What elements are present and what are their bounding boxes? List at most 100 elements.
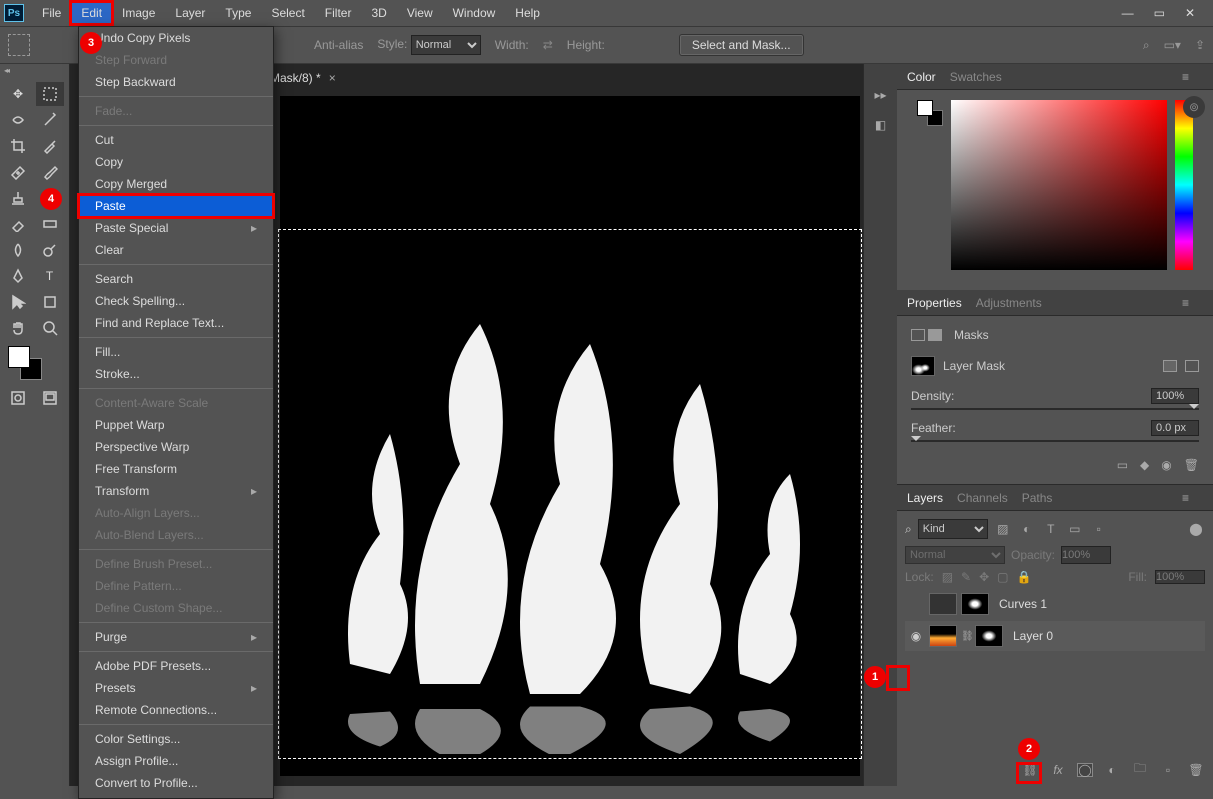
filter-shape-icon[interactable]: ▭: [1066, 522, 1084, 536]
share-icon[interactable]: ⇪: [1195, 38, 1205, 52]
curves-mask-thumb[interactable]: [961, 593, 989, 615]
pen-tool[interactable]: [4, 264, 32, 288]
edit-menu-check-spelling[interactable]: Check Spelling...: [79, 290, 273, 312]
link-icon[interactable]: ⛓: [961, 631, 971, 642]
maximize-icon[interactable]: ▭: [1154, 6, 1165, 20]
blur-tool[interactable]: [4, 238, 32, 262]
visibility-icon[interactable]: ◉: [907, 629, 925, 643]
shape-tool[interactable]: [36, 290, 64, 314]
menu-type[interactable]: Type: [215, 2, 261, 24]
pixel-mask-icon[interactable]: [1163, 360, 1177, 372]
close-tab-icon[interactable]: ×: [329, 71, 336, 85]
edit-menu-stroke[interactable]: Stroke...: [79, 363, 273, 385]
edit-menu-fill[interactable]: Fill...: [79, 341, 273, 363]
layer0-thumb[interactable]: [929, 625, 957, 647]
edit-menu-step-backward[interactable]: Step Backward: [79, 71, 273, 93]
creative-cloud-icon[interactable]: ⊚: [1183, 96, 1205, 118]
layer-curves[interactable]: Curves 1: [905, 589, 1205, 619]
adjustment-layer-icon[interactable]: ◐: [1103, 763, 1121, 777]
edit-menu-clear[interactable]: Clear: [79, 239, 273, 261]
link-layers-icon[interactable]: ⛓: [1021, 763, 1039, 777]
density-slider[interactable]: [911, 408, 1199, 410]
marquee-preset-icon[interactable]: [8, 34, 30, 56]
healing-tool[interactable]: [4, 160, 32, 184]
workspace-icon[interactable]: ▭▾: [1164, 38, 1181, 52]
trash-icon[interactable]: 🗑: [1184, 458, 1199, 472]
menu-3d[interactable]: 3D: [361, 2, 396, 24]
magic-wand-tool[interactable]: [36, 108, 64, 132]
lock-paint-icon[interactable]: ✎: [961, 570, 971, 584]
opacity-input[interactable]: [1061, 546, 1111, 564]
new-layer-icon[interactable]: ▫: [1159, 763, 1177, 777]
trash-icon[interactable]: 🗑: [1187, 763, 1205, 777]
filter-type-icon[interactable]: T: [1042, 522, 1060, 536]
edit-menu-presets[interactable]: Presets: [79, 677, 273, 699]
screen-mode-icon[interactable]: [36, 386, 64, 410]
edit-menu-purge[interactable]: Purge: [79, 626, 273, 648]
toggle-mask-icon[interactable]: ◉: [1161, 458, 1171, 472]
feather-value[interactable]: 0.0 px: [1151, 420, 1199, 436]
edit-menu-cut[interactable]: Cut: [79, 129, 273, 151]
edit-menu-remote-connections[interactable]: Remote Connections...: [79, 699, 273, 721]
menu-image[interactable]: Image: [112, 2, 165, 24]
fill-input[interactable]: [1155, 570, 1205, 584]
menu-help[interactable]: Help: [505, 2, 550, 24]
swatches-tab[interactable]: Swatches: [950, 70, 1002, 84]
move-tool[interactable]: ✥: [4, 82, 32, 106]
type-tool[interactable]: T: [36, 264, 64, 288]
color-tab[interactable]: Color: [907, 70, 936, 84]
filter-pixel-icon[interactable]: ▨: [994, 522, 1012, 536]
edit-menu-transform[interactable]: Transform: [79, 480, 273, 502]
eyedropper-tool[interactable]: [36, 134, 64, 158]
curves-thumb[interactable]: [929, 593, 957, 615]
filter-adjust-icon[interactable]: ◐: [1018, 522, 1036, 536]
lock-all-icon[interactable]: 🔒: [1017, 570, 1032, 584]
lasso-tool[interactable]: [4, 108, 32, 132]
rail-color-icon[interactable]: ◧: [870, 114, 892, 136]
layer-0[interactable]: ◉ ⛓ Layer 0: [905, 621, 1205, 651]
panel-menu-icon[interactable]: ≡: [1182, 491, 1189, 505]
path-select-tool[interactable]: [4, 290, 32, 314]
fg-bg-swatch[interactable]: [917, 100, 943, 126]
edit-menu-copy-merged[interactable]: Copy Merged: [79, 173, 273, 195]
adjustments-tab[interactable]: Adjustments: [976, 296, 1042, 310]
edit-menu-assign-profile[interactable]: Assign Profile...: [79, 750, 273, 772]
menu-layer[interactable]: Layer: [165, 2, 215, 24]
menu-window[interactable]: Window: [443, 2, 506, 24]
dodge-tool[interactable]: [36, 238, 64, 262]
menu-select[interactable]: Select: [261, 2, 314, 24]
marquee-tool[interactable]: [36, 82, 64, 106]
blend-mode-select[interactable]: Normal: [905, 546, 1005, 564]
lock-trans-icon[interactable]: ▨: [942, 570, 953, 584]
menu-filter[interactable]: Filter: [315, 2, 362, 24]
search-icon[interactable]: ⌕: [1143, 38, 1150, 53]
lock-pos-icon[interactable]: ✥: [979, 570, 989, 584]
edit-menu-color-settings[interactable]: Color Settings...: [79, 728, 273, 750]
feather-slider[interactable]: [911, 440, 1199, 442]
add-mask-icon[interactable]: ◯: [1077, 763, 1093, 777]
brush-tool[interactable]: [36, 160, 64, 184]
quick-mask-icon[interactable]: [4, 386, 32, 410]
rail-expand-icon[interactable]: ▸▸: [870, 84, 892, 106]
menu-edit[interactable]: Edit: [71, 2, 112, 24]
zoom-tool[interactable]: [36, 316, 64, 340]
eraser-tool[interactable]: [4, 212, 32, 236]
menu-view[interactable]: View: [397, 2, 443, 24]
crop-tool[interactable]: [4, 134, 32, 158]
edit-menu-perspective-warp[interactable]: Perspective Warp: [79, 436, 273, 458]
edit-menu-copy[interactable]: Copy: [79, 151, 273, 173]
edit-menu-puppet-warp[interactable]: Puppet Warp: [79, 414, 273, 436]
channels-tab[interactable]: Channels: [957, 491, 1008, 505]
edit-menu-adobe-pdf-presets[interactable]: Adobe PDF Presets...: [79, 655, 273, 677]
select-and-mask-button[interactable]: Select and Mask...: [679, 34, 804, 56]
edit-menu-convert-to-profile[interactable]: Convert to Profile...: [79, 772, 273, 794]
edit-menu-paste-special[interactable]: Paste Special: [79, 217, 273, 239]
vector-mask-icon[interactable]: [1185, 360, 1199, 372]
layer0-mask-thumb[interactable]: [975, 625, 1003, 647]
minimize-icon[interactable]: —: [1122, 6, 1134, 20]
properties-tab[interactable]: Properties: [907, 296, 962, 310]
style-select[interactable]: Normal: [411, 35, 481, 55]
layer-mask-thumb[interactable]: [911, 356, 935, 376]
panel-menu-icon[interactable]: ≡: [1182, 70, 1189, 84]
fx-icon[interactable]: fx: [1049, 763, 1067, 777]
